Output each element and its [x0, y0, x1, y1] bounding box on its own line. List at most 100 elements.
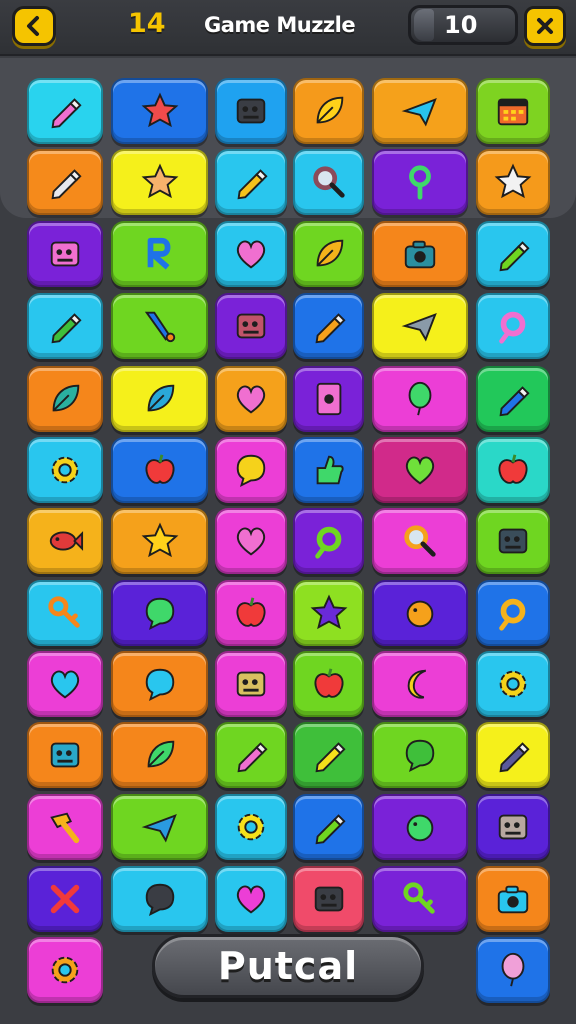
- game-tile[interactable]: [476, 722, 550, 788]
- close-button[interactable]: [524, 6, 566, 46]
- balloon-icon: [408, 381, 432, 416]
- leaf-icon: [147, 740, 174, 768]
- game-tile[interactable]: [372, 651, 468, 717]
- game-tile[interactable]: [111, 508, 208, 574]
- back-button[interactable]: [12, 6, 56, 46]
- game-tile[interactable]: [215, 149, 287, 215]
- search-icon: [312, 166, 345, 198]
- game-tile[interactable]: [215, 437, 287, 503]
- game-tile[interactable]: [372, 366, 468, 432]
- game-tile[interactable]: [111, 149, 208, 215]
- game-tile[interactable]: [293, 437, 364, 503]
- game-tile[interactable]: [293, 508, 364, 574]
- game-tile[interactable]: [27, 651, 103, 717]
- game-tile[interactable]: [293, 651, 364, 717]
- game-tile[interactable]: [111, 651, 208, 717]
- game-tile[interactable]: [293, 794, 364, 860]
- game-tile[interactable]: [27, 580, 103, 646]
- game-tile[interactable]: [372, 78, 468, 144]
- game-tile[interactable]: [476, 149, 550, 215]
- game-tile[interactable]: [476, 366, 550, 432]
- pencil-icon: [499, 241, 530, 272]
- chevron-left-icon: [27, 16, 39, 36]
- game-tile[interactable]: [476, 293, 550, 359]
- game-tile[interactable]: [215, 221, 287, 287]
- ring-icon: [499, 311, 526, 344]
- game-tile[interactable]: [293, 866, 364, 932]
- balloon-icon: [501, 952, 525, 987]
- game-tile[interactable]: [293, 722, 364, 788]
- game-tile[interactable]: [476, 866, 550, 932]
- game-tile[interactable]: [111, 866, 208, 932]
- game-tile[interactable]: [111, 366, 208, 432]
- heart-icon: [236, 885, 266, 914]
- game-tile[interactable]: [293, 293, 364, 359]
- game-tile[interactable]: [111, 722, 208, 788]
- game-tile[interactable]: [372, 722, 468, 788]
- chip-icon: [236, 313, 266, 339]
- game-tile[interactable]: [476, 508, 550, 574]
- game-tile[interactable]: [372, 149, 468, 215]
- game-tile[interactable]: [293, 580, 364, 646]
- gear-icon: [499, 670, 527, 698]
- game-tile[interactable]: [476, 78, 550, 144]
- game-tile[interactable]: [372, 293, 468, 359]
- game-tile[interactable]: [27, 293, 103, 359]
- game-tile[interactable]: [215, 794, 287, 860]
- gear-icon: [51, 956, 79, 984]
- game-tile[interactable]: [215, 580, 287, 646]
- heart-icon: [236, 527, 266, 556]
- game-tile[interactable]: [215, 722, 287, 788]
- game-tile[interactable]: [476, 437, 550, 503]
- game-tile[interactable]: [27, 722, 103, 788]
- game-tile[interactable]: [372, 794, 468, 860]
- game-tile[interactable]: [372, 866, 468, 932]
- game-tile[interactable]: [372, 580, 468, 646]
- game-tile[interactable]: [476, 651, 550, 717]
- game-tile[interactable]: [111, 437, 208, 503]
- fish-icon: [49, 531, 84, 551]
- game-tile[interactable]: [476, 221, 550, 287]
- game-tile[interactable]: [27, 78, 103, 144]
- game-tile[interactable]: [215, 293, 287, 359]
- chip-icon: [50, 241, 80, 267]
- game-tile[interactable]: [27, 437, 103, 503]
- heart-icon: [405, 456, 435, 485]
- moves-counter: 10: [408, 5, 518, 45]
- brush-icon: [144, 311, 175, 343]
- game-tile[interactable]: [293, 149, 364, 215]
- game-tile[interactable]: [27, 508, 103, 574]
- pencil-icon: [315, 313, 346, 344]
- game-tile[interactable]: [476, 580, 550, 646]
- game-tile[interactable]: [215, 866, 287, 932]
- game-tile[interactable]: [27, 794, 103, 860]
- counter-knob: [414, 9, 434, 41]
- game-tile[interactable]: [111, 221, 208, 287]
- apple-icon: [498, 454, 528, 484]
- action-button[interactable]: Putcal: [152, 934, 424, 998]
- game-tile[interactable]: [293, 366, 364, 432]
- pin-icon: [409, 165, 431, 200]
- game-tile[interactable]: [27, 937, 103, 1003]
- game-tile[interactable]: [111, 78, 208, 144]
- game-tile[interactable]: [372, 221, 468, 287]
- game-tile[interactable]: [111, 293, 208, 359]
- game-tile[interactable]: [293, 78, 364, 144]
- pencil-icon: [51, 313, 82, 344]
- game-tile[interactable]: [111, 580, 208, 646]
- game-tile[interactable]: [215, 366, 287, 432]
- game-tile[interactable]: [27, 366, 103, 432]
- game-tile[interactable]: [27, 149, 103, 215]
- game-tile[interactable]: [476, 794, 550, 860]
- game-tile[interactable]: [372, 508, 468, 574]
- game-tile[interactable]: [215, 508, 287, 574]
- chat-icon: [236, 454, 266, 488]
- game-tile[interactable]: [215, 78, 287, 144]
- game-tile[interactable]: [27, 866, 103, 932]
- game-tile[interactable]: [476, 937, 550, 1003]
- game-tile[interactable]: [215, 651, 287, 717]
- game-tile[interactable]: [27, 221, 103, 287]
- game-tile[interactable]: [293, 221, 364, 287]
- game-tile[interactable]: [372, 437, 468, 503]
- game-tile[interactable]: [111, 794, 208, 860]
